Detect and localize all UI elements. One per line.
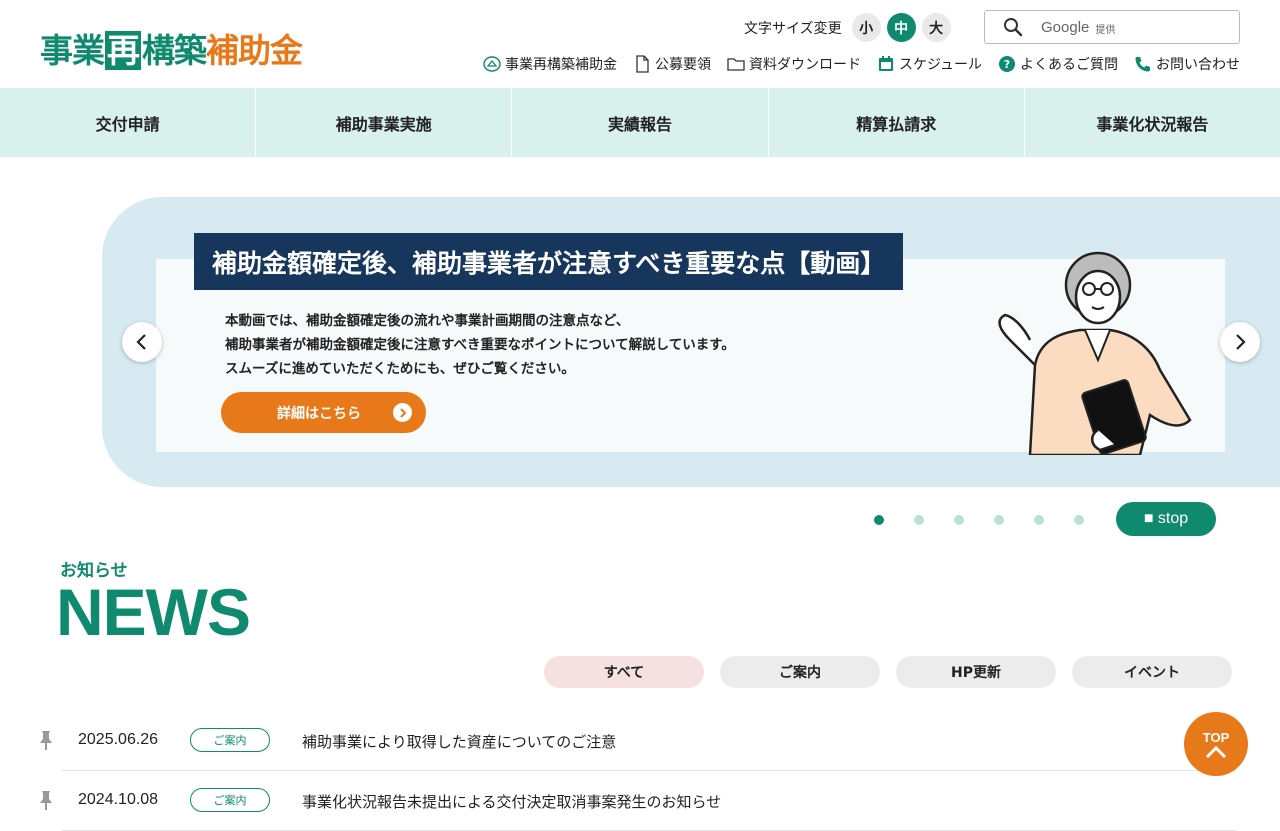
font-size-switcher: 文字サイズ変更 小 中 大 [744, 13, 951, 42]
nav-grant-application[interactable]: 交付申請 [0, 88, 257, 157]
slide-title: 補助金額確定後、補助事業者が注意すべき重要な点【動画】 [194, 233, 904, 290]
news-date: 2025.06.26 [78, 731, 159, 748]
calendar-icon [878, 56, 893, 71]
news-date: 2024.10.08 [78, 791, 159, 808]
font-size-medium-button[interactable]: 中 [886, 13, 916, 42]
pin-icon [40, 731, 52, 750]
site-logo[interactable]: 事業再構築補助金 [40, 24, 303, 72]
slider-dot-5[interactable] [1034, 515, 1044, 525]
arrow-right-icon [393, 403, 412, 422]
nav-performance-report[interactable]: 実績報告 [512, 88, 769, 157]
chevron-left-icon [136, 334, 146, 350]
site-header: 事業再構築補助金 文字サイズ変更 小 中 大 Google 提供 事業再構築補助… [0, 0, 1280, 88]
util-link-contact[interactable]: お問い合わせ [1134, 54, 1240, 74]
util-link-faq[interactable]: ? よくあるご質問 [998, 54, 1118, 74]
slider-dot-2[interactable] [914, 515, 924, 525]
svg-text:?: ? [1004, 58, 1010, 71]
news-item[interactable]: 2024.10.08 ご案内 事業化状況報告未提出による交付決定取消事案発生のお… [40, 771, 1236, 831]
filter-guidance[interactable]: ご案内 [720, 656, 880, 688]
filter-event[interactable]: イベント [1072, 656, 1232, 688]
slider-dot-4[interactable] [994, 515, 1004, 525]
building-icon [483, 56, 501, 72]
presenter-illustration [998, 251, 1192, 455]
news-category-badge: ご案内 [190, 788, 270, 812]
slider-dot-6[interactable] [1074, 515, 1084, 525]
document-icon [636, 55, 649, 73]
news-filter-tabs: すべて ご案内 HP更新 イベント [544, 656, 1232, 688]
search-icon [1004, 18, 1023, 37]
slider-prev-button[interactable] [122, 322, 162, 362]
font-size-large-button[interactable]: 大 [921, 13, 951, 42]
pin-icon [40, 791, 52, 810]
slider-next-button[interactable] [1220, 322, 1260, 362]
news-category-badge: ご案内 [190, 728, 270, 752]
global-nav: 交付申請 補助事業実施 実績報告 精算払請求 事業化状況報告 [0, 88, 1280, 157]
phone-icon [1135, 57, 1150, 72]
news-title-link[interactable]: 補助事業により取得した資産についてのご注意 [302, 731, 616, 752]
question-icon: ? [999, 56, 1015, 72]
news-heading-en: NEWS [56, 575, 251, 649]
slider-dot-3[interactable] [954, 515, 964, 525]
nav-project-implementation[interactable]: 補助事業実施 [256, 88, 513, 157]
slide-description: 本動画では、補助金額確定後の流れや事業計画期間の注意点など、 補助事業者が補助金… [225, 313, 735, 377]
slider-dot-1[interactable] [874, 515, 884, 525]
search-provided-label: 提供 [1095, 24, 1116, 36]
search-placeholder: Google [1041, 18, 1090, 36]
nav-payment-request[interactable]: 精算払請求 [769, 88, 1025, 157]
utility-nav: 事業再構築補助金 公募要領 資料ダウンロード スケジュール ? よくあるご質問 … [483, 54, 1240, 74]
back-to-top-button[interactable]: TOP [1184, 712, 1248, 776]
chevron-up-icon [1205, 745, 1227, 758]
news-title-link[interactable]: 事業化状況報告未提出による交付決定取消事案発生のお知らせ [302, 791, 721, 812]
font-size-small-button[interactable]: 小 [851, 13, 881, 42]
folder-icon [727, 58, 745, 71]
util-link-about[interactable]: 事業再構築補助金 [483, 54, 617, 74]
filter-all[interactable]: すべて [544, 656, 704, 688]
nav-commercialization-report[interactable]: 事業化状況報告 [1025, 88, 1280, 157]
util-link-schedule[interactable]: スケジュール [877, 54, 982, 74]
search-input[interactable]: Google 提供 [984, 10, 1240, 44]
news-list: 2025.06.26 ご案内 補助事業により取得した資産についてのご注意 202… [36, 711, 1236, 831]
filter-hp-update[interactable]: HP更新 [896, 656, 1056, 688]
util-link-downloads[interactable]: 資料ダウンロード [727, 54, 861, 74]
util-link-guidelines[interactable]: 公募要領 [633, 54, 711, 74]
slide-details-button[interactable]: 詳細はこちら [221, 392, 426, 433]
slider-stop-button[interactable]: ■ stop [1116, 502, 1216, 536]
chevron-right-icon [1236, 334, 1246, 350]
font-size-label: 文字サイズ変更 [744, 20, 842, 37]
slider-pagination [874, 515, 1084, 525]
news-item[interactable]: 2025.06.26 ご案内 補助事業により取得した資産についてのご注意 [40, 711, 1236, 771]
